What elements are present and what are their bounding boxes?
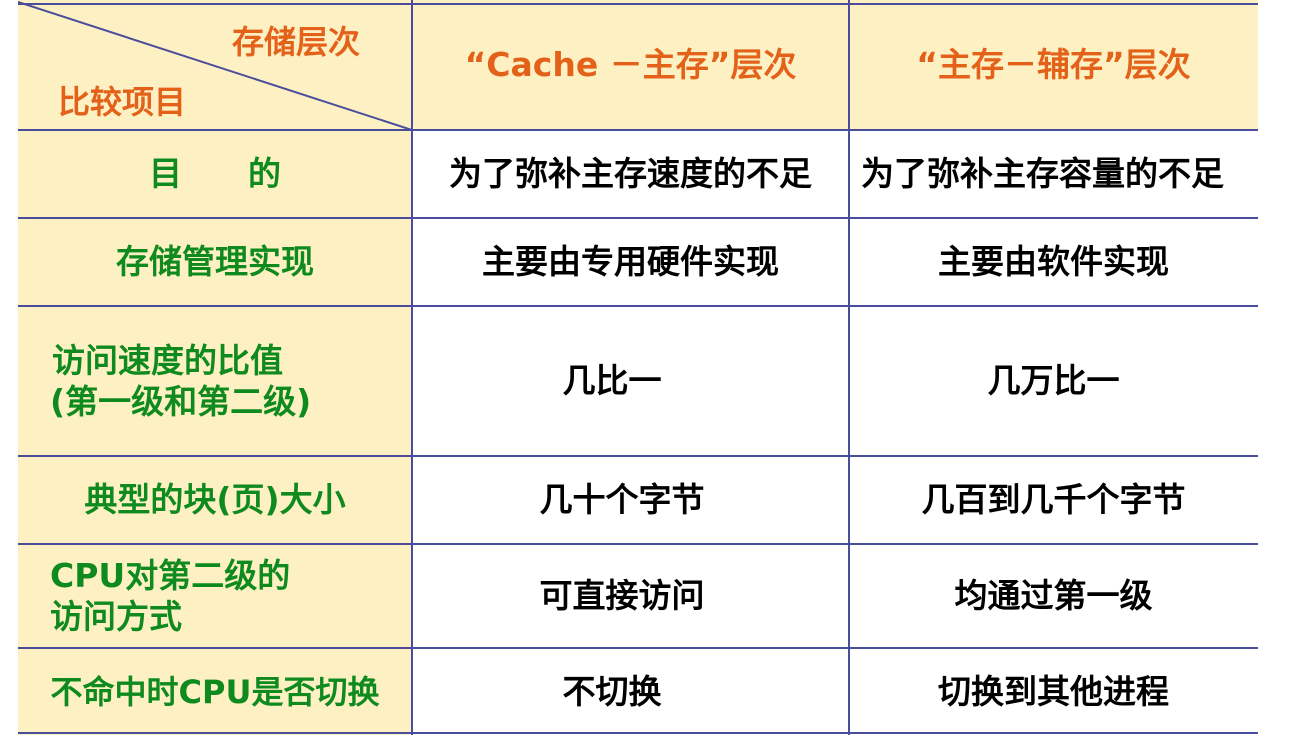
row-block-size-vm: 几百到几千个字节 [921,480,1186,520]
rule-row-5 [18,543,1258,545]
rule-row-2 [18,217,1258,219]
header-cache-main-memory: “Cache －主存”层次 [412,0,849,130]
rule-bottom [18,732,1258,734]
row-management-label: 存储管理实现 [18,218,412,306]
row-cpu-access-vm: 均通过第一级 [954,576,1153,616]
rule-top [18,3,1258,5]
row-miss-switch-cache: 不切换 [562,671,662,711]
row-block-size-cache: 几十个字节 [539,480,705,520]
row-speed-ratio-label: 访问速度的比值 (第一级和第二级) [18,306,412,456]
row-cpu-access-label-line1: CPU对第二级的 [50,555,291,595]
header-corner-cell: 存储层次 比较项目 [18,0,412,130]
rule-row-4 [18,455,1258,457]
row-cpu-access-label-line2: 访问方式 [50,597,182,636]
row-cpu-access-label: CPU对第二级的 访问方式 [18,544,412,648]
row-miss-switch-vm: 切换到其他进程 [938,671,1169,711]
rule-row-3 [18,305,1258,307]
row-speed-ratio-label-line2: (第一级和第二级) [50,382,312,421]
row-purpose-label: 目 的 [18,130,412,218]
rule-col-2 [848,0,850,735]
rule-col-1 [411,0,413,735]
row-speed-ratio-cache: 几比一 [562,361,662,401]
comparison-table: 存储层次 比较项目 “Cache －主存”层次 “主存－辅存”层次 目 的 为了… [18,0,1258,735]
rule-row-6 [18,647,1258,649]
row-cpu-access-cache: 可直接访问 [539,576,705,616]
row-block-size-label: 典型的块(页)大小 [18,456,412,544]
row-miss-switch-label: 不命中时CPU是否切换 [18,648,412,735]
row-management-vm: 主要由软件实现 [938,242,1169,282]
header-storage-level-label: 存储层次 [232,23,361,61]
row-management-cache: 主要由专用硬件实现 [482,242,779,282]
row-purpose-vm: 为了弥补主存容量的不足 [861,154,1224,194]
row-speed-ratio-vm: 几万比一 [987,361,1120,401]
row-speed-ratio-label-line1: 访问速度的比值 [52,340,283,380]
rule-row-1 [18,129,1258,131]
row-purpose-cache: 为了弥补主存速度的不足 [449,154,812,194]
header-compare-item-label: 比较项目 [58,83,187,121]
header-main-aux-memory: “主存－辅存”层次 [849,0,1258,130]
